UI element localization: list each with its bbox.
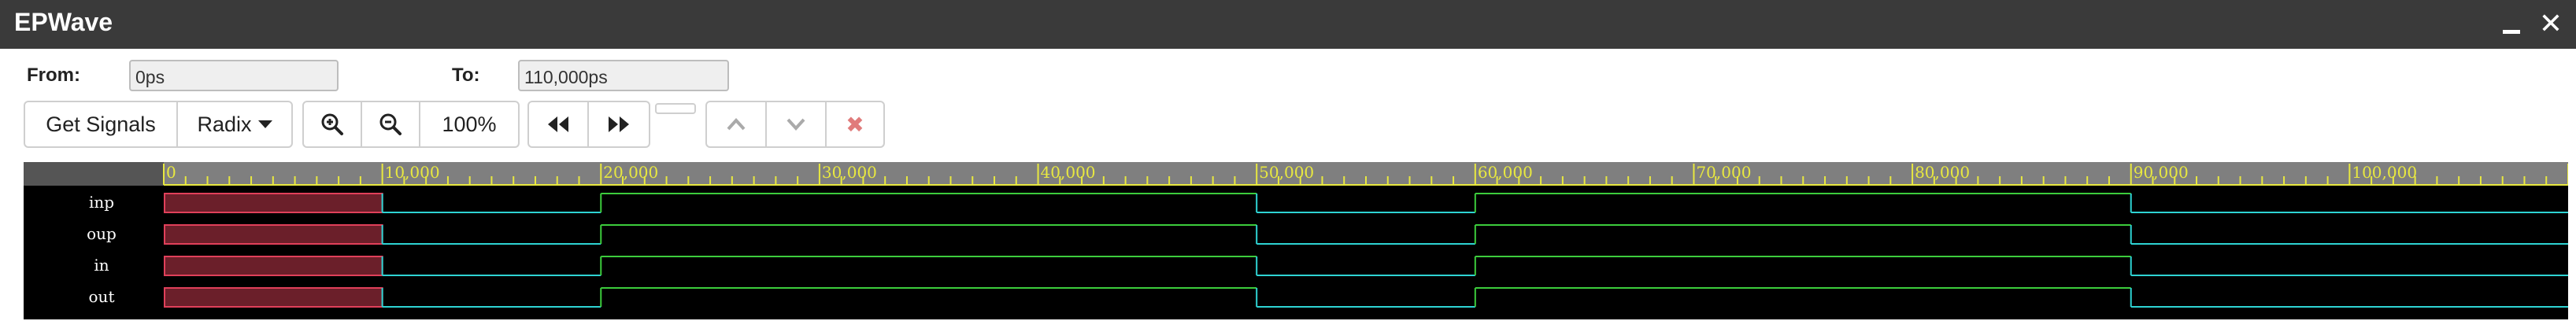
move-up-button[interactable]: [707, 102, 767, 146]
fast-forward-button[interactable]: [589, 102, 649, 146]
radix-button[interactable]: Radix: [178, 102, 291, 146]
zoom-group: 100%: [302, 101, 520, 148]
tick-label: 50,000: [1259, 163, 1314, 182]
app-title: EPWave: [14, 8, 113, 36]
tick-label: 30,000: [822, 163, 877, 182]
move-down-button[interactable]: [767, 102, 827, 146]
tick-label: 90,000: [2134, 163, 2189, 182]
ruler-corner: [24, 162, 164, 186]
signal-unknown-region: [164, 193, 383, 213]
signal-name-out: out: [89, 287, 115, 306]
signal-name-oup: oup: [87, 224, 117, 243]
remove-signal-button[interactable]: ✖: [827, 102, 883, 146]
get-signals-button[interactable]: Get Signals: [25, 102, 178, 146]
title-bar: EPWave ✕: [0, 0, 2576, 49]
signal-unknown-region: [164, 256, 383, 276]
signal-unknown-region: [164, 287, 383, 308]
fast-backward-button[interactable]: [529, 102, 589, 146]
tick-label: 40,000: [1041, 163, 1096, 182]
zoom-out-button[interactable]: [362, 102, 420, 146]
zoom-level[interactable]: 100%: [420, 102, 518, 146]
fast-forward-icon: [609, 116, 629, 132]
signal-name-inp: inp: [89, 193, 114, 212]
waveform-viewer[interactable]: 0 10,000 20,000 30,000 40,000 50,000 60,000 70,…: [24, 162, 2569, 319]
tick-label: 100,000: [2352, 163, 2417, 182]
to-label: To:: [452, 65, 480, 86]
tick-label: 20,000: [603, 163, 658, 182]
blank-button[interactable]: [655, 103, 696, 114]
zoom-in-icon: [321, 113, 343, 135]
from-field[interactable]: 0ps: [129, 60, 339, 91]
tick-label: 10,000: [385, 163, 440, 182]
chevron-up-icon: [727, 118, 746, 131]
tick-label: 0: [166, 163, 176, 182]
tick-label: 70,000: [1696, 163, 1751, 182]
to-field[interactable]: 110,000ps: [518, 60, 729, 91]
tick-label: 60,000: [1478, 163, 1533, 182]
close-icon[interactable]: ✕: [2535, 6, 2567, 41]
fast-backward-icon: [548, 116, 568, 132]
close-icon: ✖: [846, 112, 864, 137]
waveform-canvas[interactable]: 0 10,000 20,000 30,000 40,000 50,000 60,000 70,…: [24, 162, 2569, 319]
from-label: From:: [27, 65, 80, 86]
radix-label: Radix: [197, 112, 252, 136]
signals-group: Get Signals Radix: [24, 101, 293, 148]
zoom-in-button[interactable]: [304, 102, 362, 146]
chevron-down-icon: [786, 118, 805, 131]
navigate-group: [527, 101, 650, 148]
tick-label: 80,000: [1915, 163, 1970, 182]
signal-edit-group: ✖: [705, 101, 885, 148]
caret-down-icon: [257, 120, 272, 128]
signal-name-in: in: [94, 256, 109, 275]
signal-unknown-region: [164, 224, 383, 245]
zoom-out-icon: [379, 113, 402, 135]
minimize-icon[interactable]: [2496, 6, 2527, 41]
